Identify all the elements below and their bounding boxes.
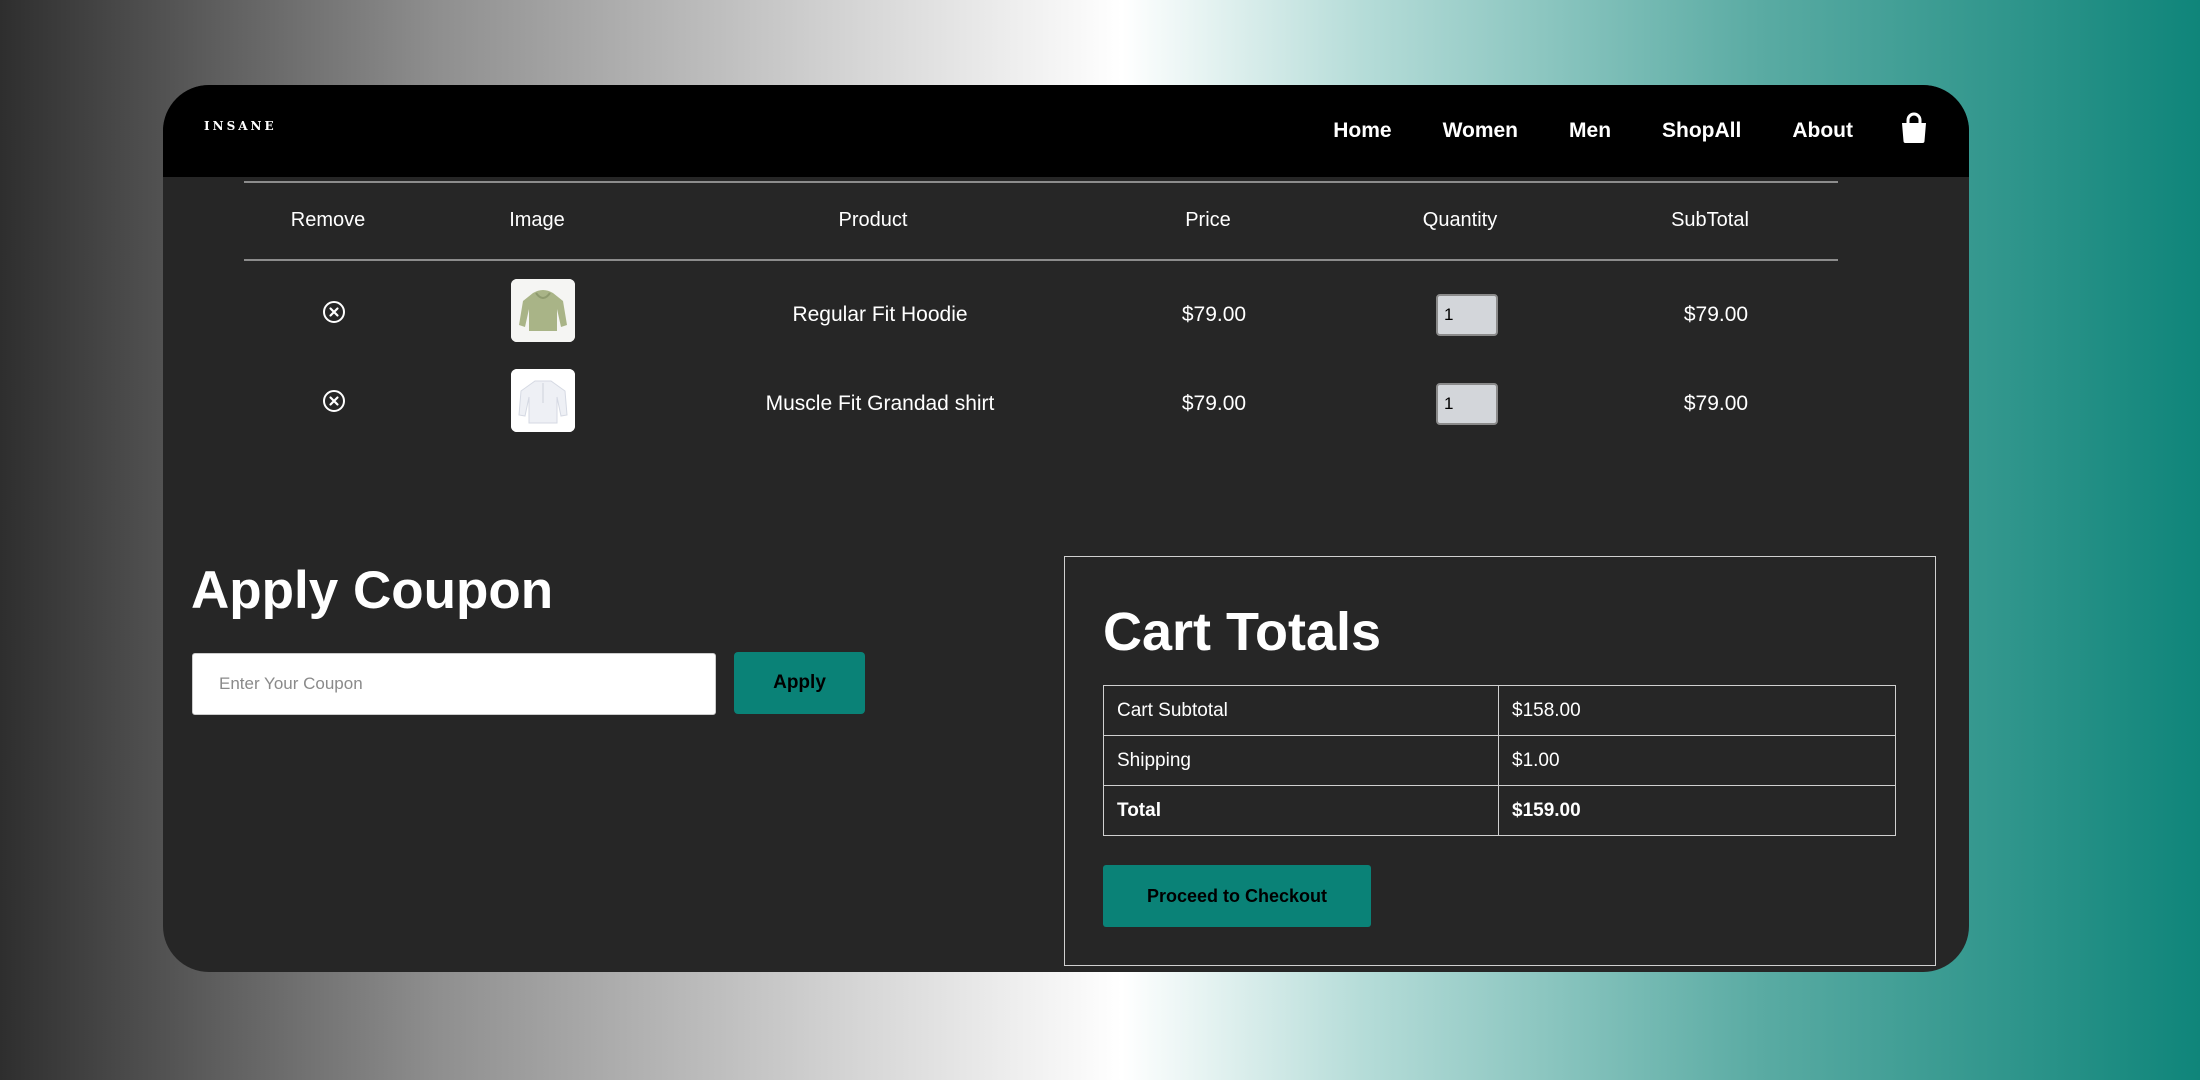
header-price: Price — [1185, 209, 1231, 231]
coupon-title: Apply Coupon — [191, 561, 554, 620]
close-circle-icon — [323, 390, 345, 412]
apply-coupon-button[interactable]: Apply — [734, 652, 865, 714]
shirt-image — [511, 369, 575, 432]
totals-value: $1.00 — [1498, 735, 1896, 786]
brand-logo[interactable]: INSANE — [204, 119, 277, 133]
totals-label: Shipping — [1103, 735, 1499, 786]
checkout-button[interactable]: Proceed to Checkout — [1103, 865, 1371, 927]
cart-totals-panel: Cart Totals Cart Subtotal $158.00 Shippi… — [1064, 556, 1936, 966]
remove-item-button[interactable] — [322, 389, 346, 413]
header-remove: Remove — [290, 209, 366, 231]
nav-link-men[interactable]: Men — [1569, 119, 1611, 143]
product-name[interactable]: Muscle Fit Grandad shirt — [766, 392, 995, 416]
remove-item-button[interactable] — [322, 300, 346, 324]
row-subtotal: $79.00 — [1683, 303, 1749, 326]
nav-links: Home Women Men ShopAll About — [1282, 85, 1853, 177]
product-price: $79.00 — [1181, 392, 1247, 415]
header-product: Product — [838, 209, 908, 231]
totals-value: $158.00 — [1498, 685, 1896, 736]
table-header-divider — [244, 259, 1838, 261]
cart-totals-table: Cart Subtotal $158.00 Shipping $1.00 Tot… — [1103, 685, 1896, 836]
nav-link-shopall[interactable]: ShopAll — [1662, 119, 1741, 143]
header-quantity: Quantity — [1422, 209, 1498, 231]
coupon-input[interactable] — [192, 653, 716, 715]
product-price: $79.00 — [1181, 303, 1247, 326]
totals-row-total: Total $159.00 — [1103, 785, 1896, 836]
totals-label: Cart Subtotal — [1103, 685, 1499, 736]
nav-link-home[interactable]: Home — [1333, 119, 1391, 143]
nav-link-women[interactable]: Women — [1443, 119, 1518, 143]
close-circle-icon — [323, 301, 345, 323]
totals-row-shipping: Shipping $1.00 — [1103, 735, 1896, 786]
product-name[interactable]: Regular Fit Hoodie — [792, 303, 967, 327]
product-image — [511, 279, 575, 342]
totals-value: $159.00 — [1498, 785, 1896, 836]
totals-label: Total — [1103, 785, 1499, 836]
cart-totals-title: Cart Totals — [1103, 602, 1382, 662]
row-subtotal: $79.00 — [1683, 392, 1749, 415]
quantity-input[interactable] — [1436, 383, 1498, 425]
shopping-bag-icon — [1902, 112, 1926, 143]
cart-button[interactable] — [1899, 112, 1929, 144]
quantity-input[interactable] — [1436, 294, 1498, 336]
nav-link-about[interactable]: About — [1792, 119, 1853, 143]
header-image: Image — [509, 209, 565, 231]
product-image — [511, 369, 575, 432]
navbar: INSANE Home Women Men ShopAll About — [163, 85, 1969, 177]
header-subtotal: SubTotal — [1671, 209, 1749, 231]
hoodie-image — [511, 279, 575, 342]
table-top-divider — [244, 181, 1838, 183]
totals-row-subtotal: Cart Subtotal $158.00 — [1103, 685, 1896, 736]
page-frame: INSANE Home Women Men ShopAll About Remo… — [163, 85, 1969, 972]
